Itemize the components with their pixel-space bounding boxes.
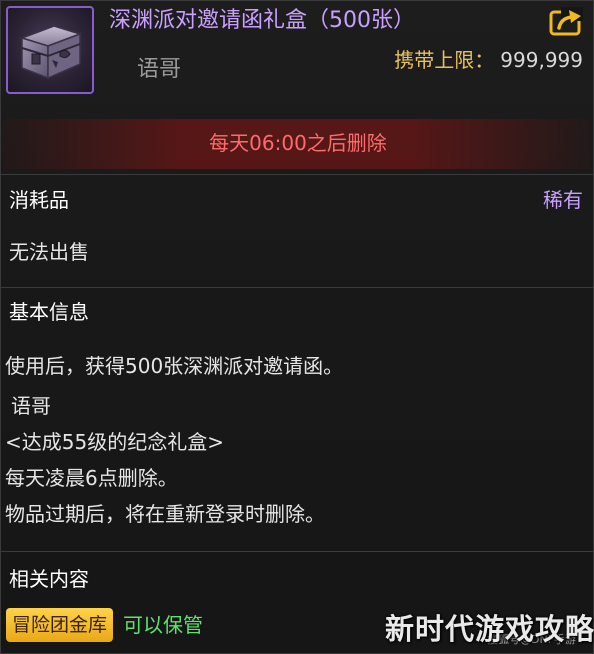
divider — [1, 551, 594, 552]
description-line: 物品过期后，将在重新登录时删除。 — [5, 502, 325, 526]
item-icon-frame[interactable] — [6, 6, 94, 94]
basic-info-title: 基本信息 — [9, 300, 89, 324]
description-line: <达成55级的纪念礼盒> — [5, 430, 224, 454]
description-line: 使用后，获得500张深渊派对邀请函。 — [5, 354, 344, 378]
sell-status: 无法出售 — [9, 240, 89, 264]
treasure-chest-icon — [19, 25, 83, 80]
share-button[interactable] — [549, 7, 583, 37]
expiry-text: 每天06:00之后删除 — [209, 131, 387, 155]
carry-limit: 携带上限： 999,999 — [394, 45, 583, 75]
share-export-icon — [549, 7, 583, 36]
item-name: 深渊派对邀请函礼盒（500张） — [109, 8, 415, 33]
item-tooltip-panel: 深渊派对邀请函礼盒（500张） 携带上限： 999,999 语哥 每天06:00之… — [0, 0, 594, 654]
description-line: 语哥 — [11, 394, 51, 418]
divider — [1, 174, 594, 175]
site-watermark: 新时代游戏攻略 — [385, 612, 594, 646]
divider — [1, 287, 594, 288]
adventure-vault-tag[interactable]: 冒险团金库 — [6, 608, 114, 642]
related-content-title: 相关内容 — [9, 567, 89, 591]
description-line: 每天凌晨6点删除。 — [5, 466, 178, 490]
storage-status: 可以保管 — [123, 613, 203, 637]
carry-limit-value: 999,999 — [500, 48, 583, 72]
item-rarity: 稀有 — [543, 188, 583, 212]
overlay-author-text: 语哥 — [137, 57, 182, 82]
item-category: 消耗品 — [9, 188, 69, 212]
carry-limit-label: 携带上限： — [394, 48, 495, 72]
